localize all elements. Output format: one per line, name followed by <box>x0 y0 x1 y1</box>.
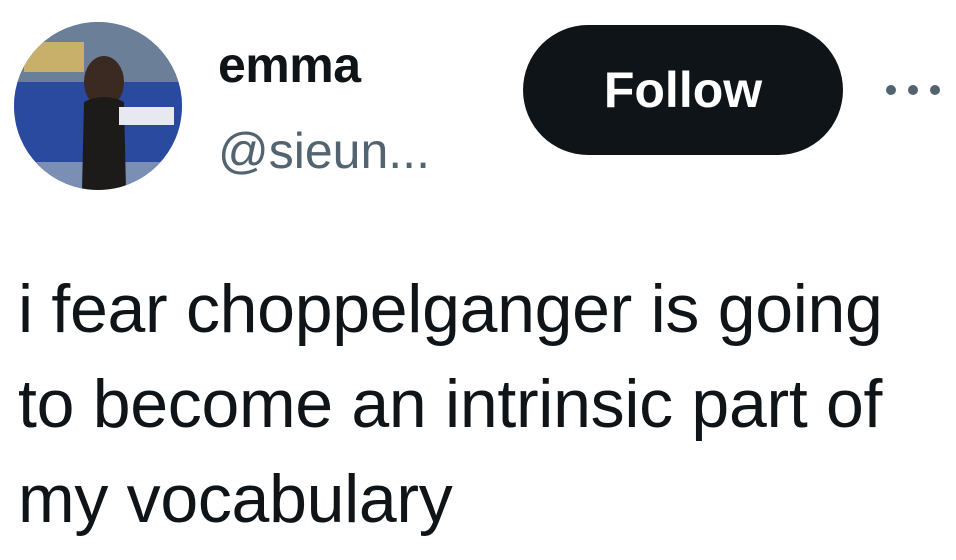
user-handle[interactable]: @sieun... <box>218 126 430 176</box>
follow-button[interactable]: Follow <box>523 25 843 155</box>
profile-photo-icon <box>14 22 182 190</box>
more-options-button[interactable] <box>878 70 948 110</box>
tweet-card: emma @sieun... Follow i fear choppelgang… <box>0 0 956 560</box>
display-name[interactable]: emma <box>218 40 361 90</box>
tweet-text: i fear choppelganger is going to become … <box>18 271 883 537</box>
avatar[interactable] <box>14 22 182 190</box>
more-horizontal-icon <box>886 85 940 95</box>
